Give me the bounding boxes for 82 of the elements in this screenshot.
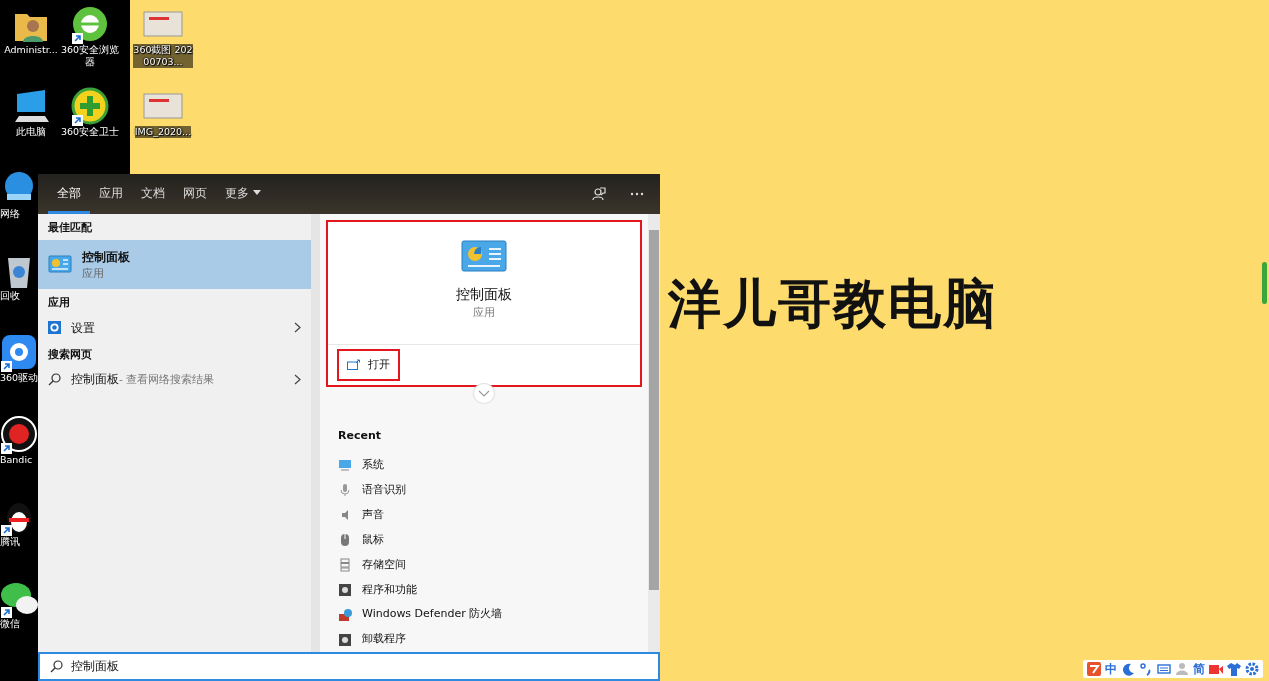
preview-type: 应用 (473, 305, 495, 321)
search-result[interactable]: 控制面板 应用 (38, 239, 311, 290)
result-hint: - 查看网络搜索结果 (119, 372, 215, 388)
search-icon (48, 372, 61, 386)
result-title: 控制面板 (82, 248, 131, 266)
result-title: 设置 (71, 319, 95, 337)
search-result[interactable]: 设置 (38, 314, 311, 341)
desktop-icon-label[interactable]: 回收 (0, 290, 20, 302)
recent-item-label: 卸载程序 (362, 631, 406, 648)
ime-mode-toggle[interactable]: 简 (1193, 662, 1205, 676)
desktop-icon-label[interactable]: 腾讯 (0, 536, 20, 548)
keyboard-icon[interactable] (1157, 662, 1171, 676)
program-window-icon (338, 632, 352, 647)
scrollbar[interactable] (648, 214, 660, 652)
search-icon (50, 660, 63, 673)
moon-icon[interactable] (1121, 662, 1135, 676)
ime-mode-toggle[interactable]: 中 (1105, 662, 1117, 676)
section-heading: 搜索网页 (47, 346, 93, 363)
globe-icon[interactable] (70, 4, 110, 44)
search-result[interactable]: 控制面板- 查看网络搜索结果 (38, 366, 311, 393)
feedback-icon[interactable] (592, 187, 606, 201)
recent-item[interactable]: 声音 (320, 502, 648, 528)
desktop-icon-label[interactable]: IMG_2020... (134, 126, 192, 138)
desktop-icon-label[interactable]: 360驱动 (0, 372, 39, 384)
plus-circle-icon[interactable] (70, 86, 110, 126)
recent-item-label: 鼠标 (362, 531, 384, 548)
expand-button[interactable] (473, 383, 495, 405)
section-heading: 最佳匹配 (47, 220, 93, 236)
recent-item-label: 声音 (362, 506, 384, 523)
mouse-icon (338, 533, 352, 548)
recent-item[interactable]: 程序和功能 (320, 577, 648, 603)
recent-item-label: Windows Defender 防火墙 (362, 606, 503, 623)
recent-item[interactable]: 存储空间 (320, 552, 648, 578)
desktop-icon-label[interactable]: 360安全卫士 (60, 126, 120, 138)
recent-item[interactable]: 卸载程序 (320, 627, 648, 652)
scroll-thumb[interactable] (649, 230, 659, 590)
control-panel-icon (48, 254, 72, 275)
search-tab[interactable]: 更多 (216, 174, 270, 214)
control-panel-icon (461, 240, 507, 272)
desktop-icon-label[interactable]: 微信 (0, 618, 20, 630)
preview-title: 控制面板 (456, 285, 512, 304)
desktop-icon-label[interactable]: 360截图 20200703... (133, 44, 193, 68)
firewall-icon (338, 607, 352, 622)
desktop-icon-label[interactable]: Administr... (4, 44, 58, 56)
recent-item[interactable]: 鼠标 (320, 527, 648, 553)
settings-icon[interactable] (1245, 662, 1259, 676)
open-window-icon (347, 359, 360, 371)
recent-item-label: 程序和功能 (362, 581, 417, 598)
record-icon[interactable] (0, 414, 39, 454)
section-heading: 应用 (47, 295, 71, 312)
more-icon[interactable] (630, 192, 644, 196)
recent-item-label: 存储空间 (362, 556, 406, 573)
overlay-title: 洋儿哥教电脑 (668, 272, 998, 336)
result-title: 控制面板 (71, 371, 119, 389)
result-type: 应用 (82, 265, 105, 281)
punctuation-icon[interactable] (1139, 662, 1153, 676)
desktop-icon-label[interactable]: 网络 (0, 208, 20, 220)
desktop-icon-label[interactable]: Bandic (0, 454, 33, 466)
app-logo-icon[interactable] (1087, 662, 1101, 676)
recent-item-label: 系统 (362, 457, 384, 474)
shirt-icon[interactable] (1227, 662, 1241, 676)
desktop-icon-label[interactable]: 此电脑 (16, 126, 46, 138)
recent-heading: Recent (337, 428, 382, 445)
desktop-icon-label[interactable]: 360安全浏览器 (60, 44, 120, 68)
storage-icon (338, 557, 352, 572)
program-window-icon (338, 582, 352, 597)
microphone-icon (338, 483, 352, 498)
video-icon[interactable] (1209, 662, 1223, 676)
search-tab[interactable]: 网页 (174, 174, 216, 214)
search-box[interactable]: 控制面板 (38, 652, 660, 681)
gear-icon (48, 321, 61, 335)
side-handle[interactable] (1262, 262, 1267, 304)
open-action[interactable]: 打开 (337, 348, 400, 381)
search-tab[interactable]: 应用 (90, 174, 132, 214)
monitor-icon (338, 458, 352, 473)
recent-item[interactable]: Windows Defender 防火墙 (320, 602, 648, 628)
search-tab[interactable]: 文档 (132, 174, 174, 214)
recent-item[interactable]: 系统 (320, 452, 648, 478)
recent-item[interactable]: 语音识别 (320, 477, 648, 503)
chevron-down-icon (478, 390, 490, 398)
recent-item-label: 语音识别 (362, 482, 406, 499)
search-field[interactable]: 控制面板 (71, 654, 648, 679)
